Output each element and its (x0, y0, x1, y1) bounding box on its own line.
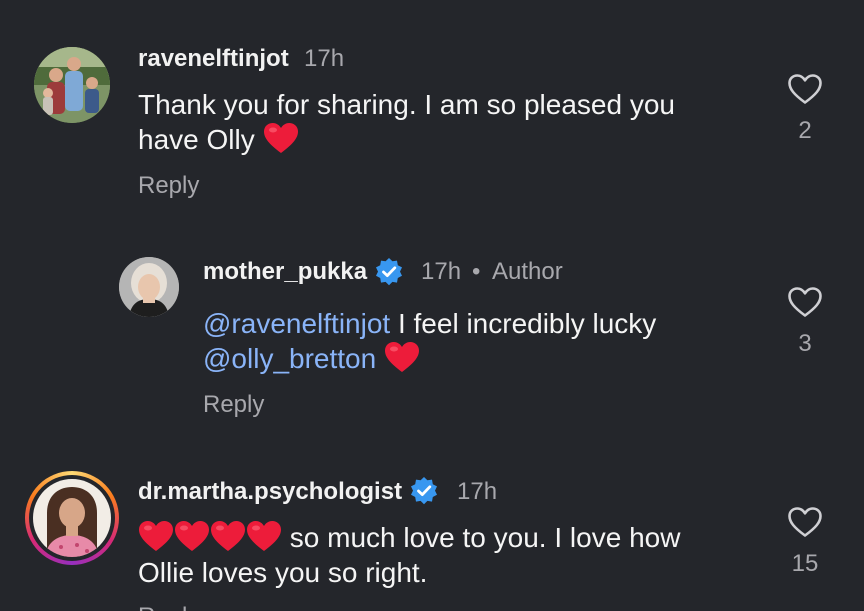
author-badge: Author (492, 258, 563, 285)
heart-emoji-icon (263, 123, 298, 153)
comment-mother-pukka: mother_pukka 17h • Author @ravenelftinjo… (0, 230, 864, 460)
heart-outline-icon[interactable] (787, 286, 823, 318)
comment-text-fragment: have Olly (138, 124, 255, 155)
comments-screen: ravenelftinjot 17h Thank you for sharing… (0, 0, 864, 611)
username[interactable]: ravenelftinjot (138, 45, 289, 73)
profile-photo-icon (33, 479, 111, 557)
reply-button[interactable]: Reply (138, 603, 199, 611)
reply-button[interactable]: Reply (203, 391, 264, 419)
like-count: 3 (798, 330, 812, 357)
like-count: 2 (798, 117, 812, 144)
avatar[interactable] (119, 257, 179, 317)
dot-separator: • (472, 258, 481, 285)
reply-button[interactable]: Reply (138, 172, 199, 200)
comment-text-line: Ollie loves you so right. (138, 557, 428, 588)
avatar-image (33, 479, 111, 557)
heart-emoji-icon (247, 521, 281, 551)
comment-text: so much love to you. I love how Ollie lo… (138, 520, 680, 590)
heart-emoji-icon (175, 521, 209, 551)
comment-text-line: so much love to you. I love how (138, 520, 680, 555)
like-count: 15 (791, 550, 819, 577)
username[interactable]: mother_pukka (203, 258, 367, 286)
heart-outline-icon[interactable] (787, 506, 823, 538)
avatar-story-ring[interactable] (25, 471, 119, 565)
mention-link[interactable]: @olly_bretton (203, 343, 376, 374)
comment-text-line: @olly_bretton (203, 341, 656, 376)
avatar (29, 475, 115, 561)
timestamp: 17h (304, 45, 345, 72)
avatar[interactable] (34, 47, 110, 123)
comment-ravenelftinjot: ravenelftinjot 17h Thank you for sharing… (0, 0, 864, 230)
comment-text-fragment: I feel incredibly lucky (390, 308, 657, 339)
mention-link[interactable]: @ravenelftinjot (203, 308, 390, 339)
like-control: 3 (785, 286, 825, 358)
heart-emoji-icon (384, 342, 419, 372)
profile-photo-icon (119, 257, 179, 317)
comment-text-line: have Olly (138, 122, 675, 157)
comment-text: Thank you for sharing. I am so pleased y… (138, 87, 675, 157)
comment-text-line: Thank you for sharing. I am so pleased y… (138, 89, 675, 120)
like-control: 15 (785, 506, 825, 578)
comment-dr-martha-psychologist: dr.martha.psychologist 17h so much love … (0, 460, 864, 611)
family-photo-icon (34, 47, 110, 123)
comment-text: @ravenelftinjot I feel incredibly lucky … (203, 306, 656, 376)
timestamp: 17h (457, 478, 498, 505)
comment-text-line: @ravenelftinjot I feel incredibly lucky (203, 306, 656, 341)
verified-badge-icon (376, 258, 402, 286)
heart-emoji-icon (139, 521, 173, 551)
timestamp: 17h (421, 258, 462, 285)
heart-outline-icon[interactable] (787, 73, 823, 105)
verified-badge-icon (411, 477, 437, 505)
comment-text-fragment: so much love to you. I love how (289, 522, 681, 553)
like-control: 2 (785, 73, 825, 145)
heart-emoji-icon (211, 521, 245, 551)
username[interactable]: dr.martha.psychologist (138, 478, 402, 506)
